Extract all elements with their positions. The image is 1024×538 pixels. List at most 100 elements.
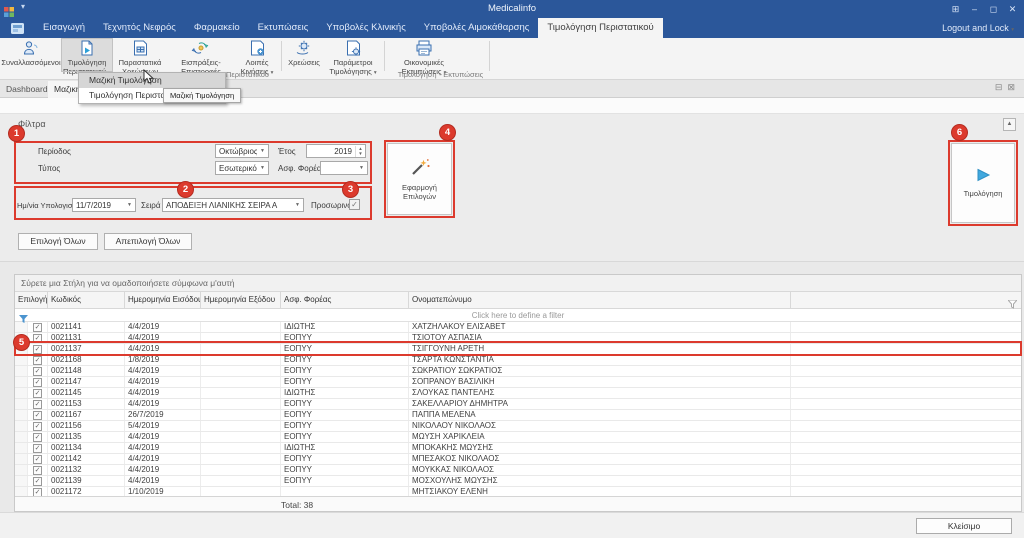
auto-filter-row[interactable]: Click here to define a filter [15,309,1021,322]
close-button[interactable]: Κλείσιμο [916,518,1012,534]
chevron-down-icon[interactable]: ▼ [124,202,135,208]
ribbon-button-parastatika-chreoseon[interactable]: Παραστατικά Χρεώσεων [114,39,166,71]
table-row[interactable]: ✓00211474/4/2019ΕΟΠΥΥΣΟΠΡΑΝΟΥ ΒΑΣΙΛΙΚΗ [15,377,1021,388]
column-header-3[interactable]: Ημερομηνία Εξόδου [201,292,281,308]
row-check-cell: ✓ [28,355,48,365]
name-cell: ΜΠΕΣΑΚΟΣ ΝΙΚΟΛΑΟΣ [409,454,791,464]
logout-and-lock[interactable]: Logout and Lock ▾ [942,23,1014,33]
menu-tab-5[interactable]: Υποβολές Αιμοκάθαρσης [415,18,539,38]
periodos-select[interactable]: Οκτώβριος ▼ [215,144,269,158]
row-checkbox[interactable]: ✓ [33,422,42,431]
invoice-button[interactable]: Τιμολόγηση [951,143,1015,223]
row-checkbox[interactable]: ✓ [33,389,42,398]
restore-icon[interactable]: ◻ [984,0,1003,18]
row-check-cell: ✓ [28,322,48,332]
table-row[interactable]: ✓00211454/4/2019ΙΔΙΩΤΗΣΣΛΟΥΚΑΣ ΠΑΝΤΕΛΗΣ [15,388,1021,399]
tabstrip-icons[interactable]: ⊟⊠ [995,82,1020,93]
ribbon-button-synallassomenoi[interactable]: Συναλλασσόμενοι [2,39,60,71]
annotation-badge-4: 4 [439,124,456,141]
column-header-1[interactable]: Κωδικός [48,292,125,308]
date-in-cell: 4/4/2019 [125,465,201,475]
row-checkbox[interactable]: ✓ [33,334,42,343]
ribbon-button-oikonomikes-ektyposeis[interactable]: Οικονομικές Εκτυπώσεις ▾ [392,39,456,71]
row-checkbox[interactable]: ✓ [33,444,42,453]
apply-selections-button[interactable]: Εφαρμογή Επιλογών [387,143,452,215]
seira-select[interactable]: ΑΠΟΔΕΙΞΗ ΛΙΑΝΙΚΗΣ ΣΕΙΡΑ Α ▼ [162,198,304,212]
column-header-2[interactable]: Ημερομηνία Εισόδου [125,292,201,308]
ribbon-button-parametroi-timologisis[interactable]: Παράμετροι Τιμολόγησης ▾ [325,39,381,71]
collapse-panel-icon[interactable]: ▲ [1003,118,1016,131]
chevron-down-icon[interactable]: ▼ [356,165,367,171]
date-in-cell: 4/4/2019 [125,344,201,354]
ribbon-button-chreoseis[interactable]: Χρεώσεις [285,39,323,71]
table-row[interactable]: ✓00211344/4/2019ΙΔΙΩΤΗΣΜΠΟΚΑΚΗΣ ΜΩΥΣΗΣ [15,443,1021,454]
code-cell: 0021135 [48,432,125,442]
invoice-label: Τιμολόγηση [964,189,1003,198]
column-header-0[interactable]: Επιλογή [15,292,48,308]
row-checkbox[interactable]: ✓ [33,378,42,387]
apply-selections-label: Εφαρμογή Επιλογών [388,183,451,201]
row-checkbox[interactable]: ✓ [33,367,42,376]
table-row[interactable]: ✓002116726/7/2019ΕΟΠΥΥΠΑΠΠΑ ΜΕΛΕΝΑ [15,410,1021,421]
select-all-button[interactable]: Επιλογή Όλων [18,233,98,250]
row-checkbox[interactable]: ✓ [33,433,42,442]
column-header-4[interactable]: Ασφ. Φορέας [281,292,409,308]
row-checkbox[interactable]: ✓ [33,477,42,486]
code-cell: 0021145 [48,388,125,398]
typos-select[interactable]: Εσωτερικός ▼ [215,161,269,175]
etos-spinner[interactable]: 2019 ▲▼ [306,144,366,158]
column-header-5[interactable]: Ονοματεπώνυμο [409,292,791,308]
table-row[interactable]: ✓00211394/4/2019ΕΟΠΥΥΜΟΣΧΟΥΛΗΣ ΜΩΥΣΗΣ [15,476,1021,487]
prosorino-checkbox[interactable]: ✓ [349,199,360,210]
ribbon-button-timologisi-peristatikou[interactable]: Τιμολόγηση Περιστατικού ▾ [62,39,112,71]
table-row[interactable]: ✓00211354/4/2019ΕΟΠΥΥΜΩΥΣΗ ΧΑΡΙΚΛΕΙΑ [15,432,1021,443]
table-row[interactable]: ✓00211681/8/2019ΕΟΠΥΥΤΣΑΡΤΑ ΚΩΝΣΤΑΝΤΙΑ [15,355,1021,366]
row-checkbox[interactable]: ✓ [33,323,42,332]
row-checkbox[interactable]: ✓ [33,400,42,409]
row-checkbox[interactable]: ✓ [33,356,42,365]
name-cell: ΜΠΟΚΑΚΗΣ ΜΩΥΣΗΣ [409,443,791,453]
menu-tab-1[interactable]: Τεχνητός Νεφρός [94,18,185,38]
row-checkbox[interactable]: ✓ [33,345,42,354]
pin-window-icon[interactable]: ⊞ [946,0,965,18]
ribbon-button-label: Συναλλασσόμενοι [1,59,60,68]
filter-hint[interactable]: Click here to define a filter [15,311,1021,320]
row-check-cell: ✓ [28,377,48,387]
chevron-down-icon[interactable]: ▼ [292,202,303,208]
row-checkbox[interactable]: ✓ [33,466,42,475]
tab-dashboard[interactable]: Dashboard [0,81,55,98]
row-indicator [15,465,28,475]
minimize-icon[interactable]: – [965,0,984,18]
row-check-cell: ✓ [28,399,48,409]
menu-tab-2[interactable]: Φαρμακείο [185,18,249,38]
file-menu-button[interactable] [0,18,34,38]
name-cell: ΣΟΠΡΑΝΟΥ ΒΑΣΙΛΙΚΗ [409,377,791,387]
table-row[interactable]: ✓00211424/4/2019ΕΟΠΥΥΜΠΕΣΑΚΟΣ ΝΙΚΟΛΑΟΣ [15,454,1021,465]
ribbon-button-loipes-kiniseis[interactable]: Λοιπές Κινήσεις ▾ [236,39,278,71]
chevron-down-icon[interactable]: ▼ [257,165,268,171]
date-in-cell: 4/4/2019 [125,443,201,453]
close-icon[interactable]: ✕ [1003,0,1022,18]
table-row[interactable]: ✓00211324/4/2019ΕΟΠΥΥΜΟΥΚΚΑΣ ΝΙΚΟΛΑΟΣ [15,465,1021,476]
chevron-down-icon[interactable]: ▼ [257,148,268,154]
table-row[interactable]: ✓00211565/4/2019ΕΟΠΥΥΝΙΚΟΛΑΟΥ ΝΙΚΟΛΑΟΣ [15,421,1021,432]
menu-tab-4[interactable]: Υποβολές Κλινικής [317,18,414,38]
menu-tab-3[interactable]: Εκτυπώσεις [249,18,318,38]
table-row[interactable]: ✓00211314/4/2019ΕΟΠΥΥΤΣΙΟΤΟΥ ΑΣΠΑΣΙΑ [15,333,1021,344]
spinner-icons[interactable]: ▲▼ [355,146,365,157]
code-cell: 0021141 [48,322,125,332]
table-row[interactable]: ✓00211414/4/2019ΙΔΙΩΤΗΣΧΑΤΖΗΛΑΚΟΥ ΕΛΙΣΑΒ… [15,322,1021,333]
menu-tab-0[interactable]: Εισαγωγή [34,18,94,38]
table-row[interactable]: ✓00211534/4/2019ΕΟΠΥΥΣΑΚΕΛΛΑΡΙΟΥ ΔΗΜΗΤΡΑ [15,399,1021,410]
row-checkbox[interactable]: ✓ [33,411,42,420]
group-by-bar[interactable]: Σύρετε μια Στήλη για να ομαδοποιήσετε σύ… [15,275,1021,292]
imnia-date-select[interactable]: 11/7/2019 ▼ [72,198,136,212]
deselect-all-button[interactable]: Απεπιλογή Όλων [104,233,192,250]
table-row[interactable]: ✓00211374/4/2019ΕΟΠΥΥΤΣΙΓΓΟΥΝΗ ΑΡΕΤΗ [15,344,1021,355]
asf-foreas-select[interactable]: ▼ [320,161,368,175]
row-checkbox[interactable]: ✓ [33,455,42,464]
row-indicator [15,410,28,420]
menu-tab-6[interactable]: Τιμολόγηση Περιστατικού [538,18,662,38]
table-row[interactable]: ✓00211484/4/2019ΕΟΠΥΥΣΩΚΡΑΤΙΟΥ ΣΩΚΡΑΤΙΟΣ [15,366,1021,377]
ribbon-button-eisprakseis-epistrofes[interactable]: Εισπράξεις-Επιστροφές [168,39,234,71]
